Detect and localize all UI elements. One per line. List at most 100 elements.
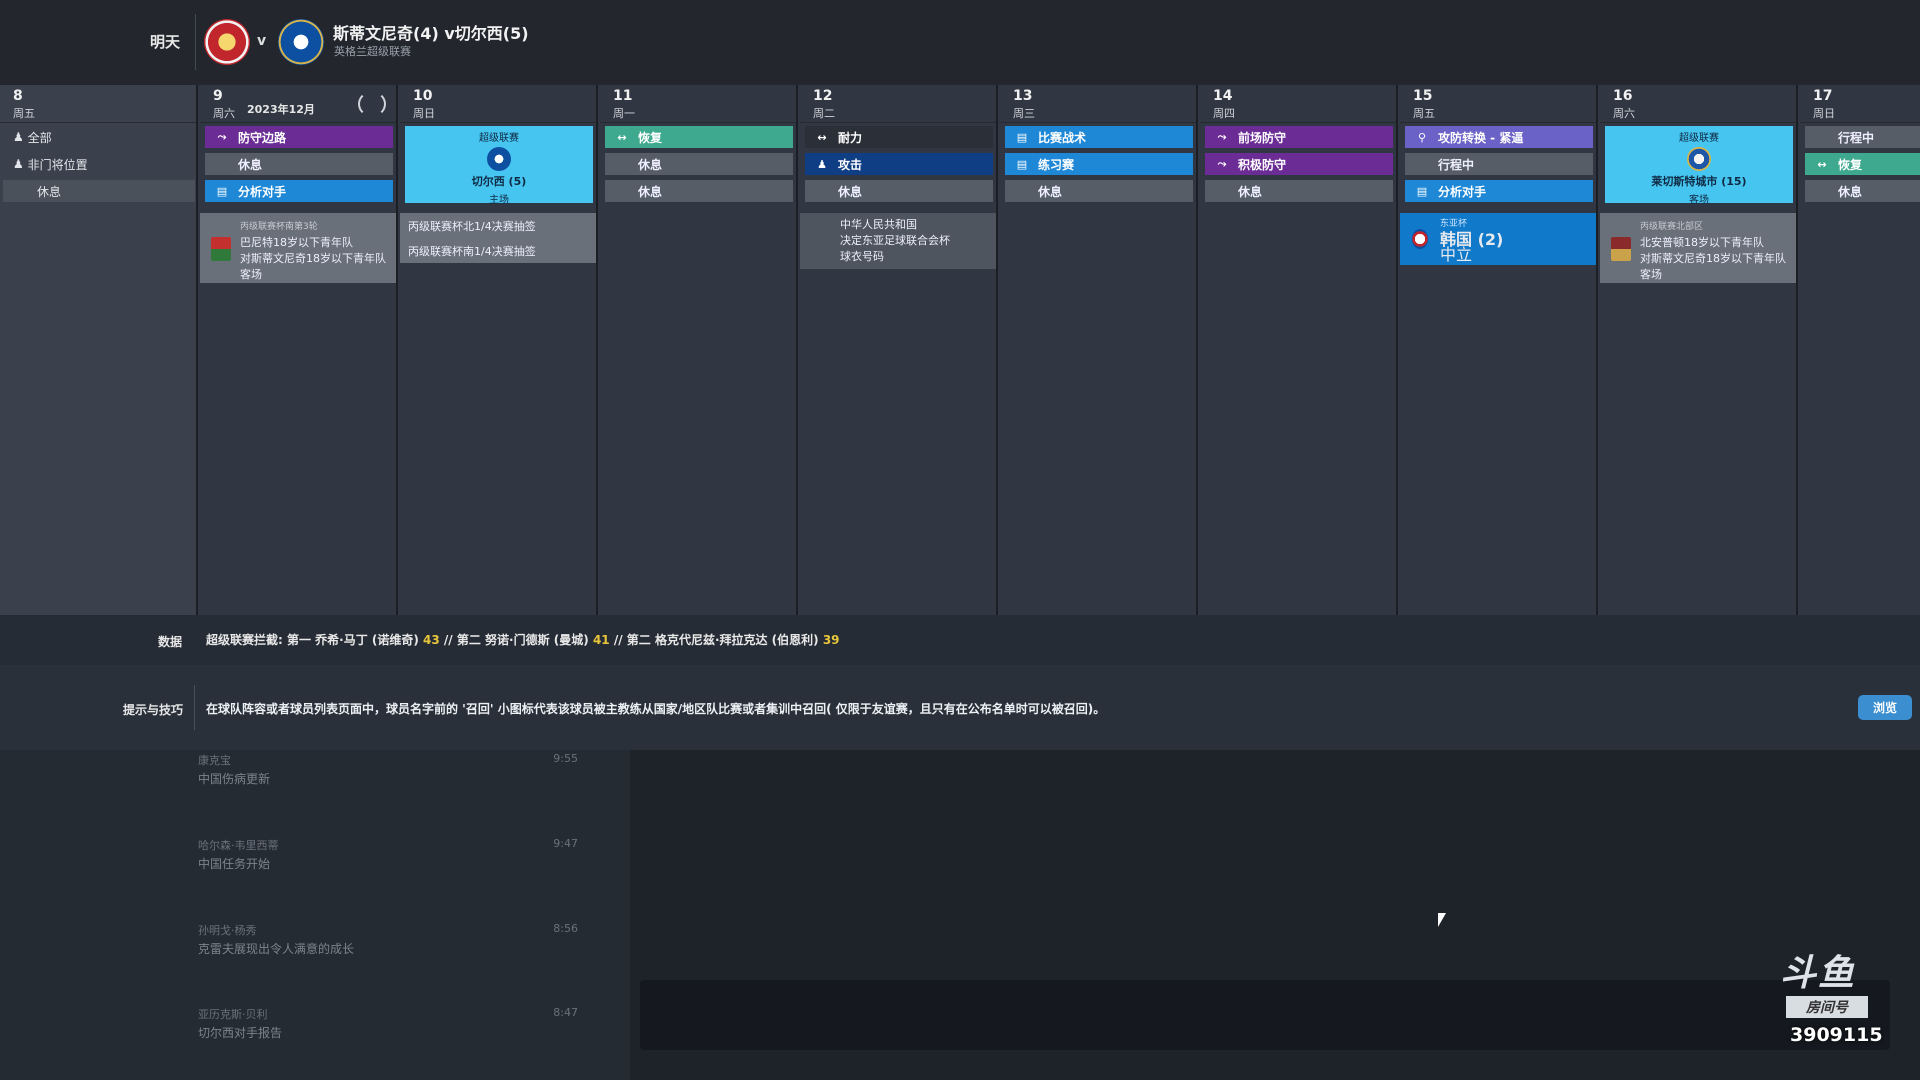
- blank-icon: [1813, 130, 1831, 144]
- day-header: 8 周五: [0, 85, 196, 123]
- day-weekday: 周日: [1813, 107, 1835, 120]
- day-header: 17 周日: [1800, 85, 1920, 123]
- training-session[interactable]: 休息: [805, 180, 993, 202]
- inbox-item[interactable]: 哈尔森·韦里西蒂 9:47 中国任务开始: [198, 837, 578, 897]
- session-label: 攻击: [838, 157, 863, 172]
- youth-match-event[interactable]: 丙级联赛杯南第3轮 巴尼特18岁以下青年队 对斯蒂文尼奇18岁以下青年队 客场: [200, 213, 396, 283]
- training-session[interactable]: ▤ 比赛战术: [1005, 126, 1193, 148]
- match-competition: 超级联赛: [479, 133, 519, 144]
- training-session[interactable]: 休息: [205, 153, 393, 175]
- day-column-11[interactable]: 11 周一 ↔ 恢复 休息 休息: [600, 85, 798, 615]
- day-column-14[interactable]: 14 周四 ⤳ 前场防守 ⤳ 积极防守 休息: [1200, 85, 1398, 615]
- day-column-9[interactable]: 9 周六 2023年12月 ⤳ 防守边路 休息 ▤ 分析对手 丙级联赛杯南第3轮 巴…: [200, 85, 398, 615]
- match-competition: 超级联赛: [1679, 133, 1719, 144]
- message-time: 8:47: [553, 1006, 578, 1019]
- training-session[interactable]: ⤳ 前场防守: [1205, 126, 1393, 148]
- message-time: 9:55: [553, 752, 578, 765]
- training-session[interactable]: 行程中: [1405, 153, 1593, 175]
- stat-part: // 第二 格克代尼兹·拜拉克达 (伯恩利): [609, 633, 823, 647]
- training-session[interactable]: 休息: [605, 153, 793, 175]
- event-competition: 丙级联赛杯南第3轮: [240, 222, 318, 232]
- recovery-icon: ↔: [617, 130, 627, 144]
- training-session[interactable]: ↔ 恢复: [1805, 153, 1920, 175]
- session-label: 前场防守: [1238, 130, 1287, 145]
- day-column-8[interactable]: 8 周五 ♟ 全部 ♟ 非门将位置 休息: [0, 85, 198, 615]
- clipboard-icon: ▤: [216, 184, 228, 198]
- session-label: 行程中: [1438, 157, 1475, 172]
- day-column-15[interactable]: 15 周五 ⚲ 攻防转换 - 紧逼 行程中 ▤ 分析对手 东亚杯 韩国 (2) 中立: [1400, 85, 1598, 615]
- blank-icon: [1413, 157, 1431, 171]
- match-opponent: 切尔西 (5): [471, 175, 527, 188]
- inbox-item[interactable]: 孙明戈·杨秀 8:56 克雷夫展现出令人满意的成长: [198, 922, 578, 982]
- youth-match-event[interactable]: 丙级联赛北部区 北安普顿18岁以下青年队 对斯蒂文尼奇18岁以下青年队 客场: [1600, 213, 1796, 283]
- match-card[interactable]: 超级联赛 莱切斯特城市 (15) 客场: [1605, 126, 1793, 206]
- stat-number: 41: [592, 633, 610, 647]
- training-session[interactable]: ⤳ 防守边路: [205, 126, 393, 148]
- match-card[interactable]: 超级联赛 切尔西 (5) 主场: [405, 126, 593, 206]
- training-session[interactable]: ⤳ 积极防守: [1205, 153, 1393, 175]
- brand-text: 斗鱼: [1780, 953, 1857, 994]
- training-session[interactable]: 休息: [1805, 180, 1920, 202]
- draw-events[interactable]: 丙级联赛杯北1/4决赛抽签 丙级联赛杯南1/4决赛抽签: [400, 213, 596, 263]
- training-session[interactable]: ♟ 攻击: [805, 153, 993, 175]
- event-line: 丙级联赛杯北1/4决赛抽签: [408, 220, 536, 233]
- day-column-17[interactable]: 17 周日 行程中 ↔ 恢复 休息: [1800, 85, 1920, 615]
- training-session[interactable]: 休息: [1005, 180, 1193, 202]
- clipboard-icon: ▤: [1416, 184, 1428, 198]
- day-header: 9 周六 2023年12月: [200, 85, 396, 123]
- day-number: 14: [1213, 88, 1233, 104]
- day-number: 16: [1613, 88, 1633, 104]
- day-header: 15 周五: [1400, 85, 1596, 123]
- training-session[interactable]: 行程中: [1805, 126, 1920, 148]
- day-column-10[interactable]: 10 周日 超级联赛 切尔西 (5) 主场 丙级联赛杯北1/4决赛抽签 丙级联赛…: [400, 85, 598, 615]
- filter-all[interactable]: ♟ 全部: [3, 126, 195, 148]
- event-line: 巴尼特18岁以下青年队: [240, 236, 353, 249]
- barnet-crest-icon: [211, 237, 231, 261]
- tips-label: 提示与技巧: [123, 703, 184, 717]
- day-column-13[interactable]: 13 周三 ▤ 比赛战术 ▤ 练习赛 休息: [1000, 85, 1198, 615]
- douyu-logo: 斗鱼 房间号: [1778, 944, 1886, 1018]
- attack-icon: ♟: [817, 157, 827, 171]
- session-label: 休息: [238, 157, 263, 172]
- filter-rest[interactable]: 休息: [3, 180, 195, 202]
- filter-label: 非门将位置: [27, 157, 88, 172]
- training-session[interactable]: ▤ 练习赛: [1005, 153, 1193, 175]
- day-column-16[interactable]: 16 周六 超级联赛 莱切斯特城市 (15) 客场 丙级联赛北部区 北安普顿18…: [1600, 85, 1798, 615]
- stevenage-crest-icon[interactable]: [204, 19, 250, 65]
- training-session[interactable]: ▤ 分析对手: [205, 180, 393, 202]
- day-column-12[interactable]: 12 周二 ↔ 耐力 ♟ 攻击 休息 中华人民共和国 决定东亚足球联合会杯 球衣号码: [800, 85, 998, 615]
- session-label: 比赛战术: [1038, 130, 1087, 145]
- inbox-item[interactable]: 亚历克斯·贝利 8:47 切尔西对手报告: [198, 1006, 578, 1066]
- chelsea-crest-icon[interactable]: [278, 19, 324, 65]
- training-session[interactable]: ⚲ 攻防转换 - 紧逼: [1405, 126, 1593, 148]
- international-match-event[interactable]: 东亚杯 韩国 (2) 中立: [1400, 213, 1596, 265]
- training-session[interactable]: ↔ 耐力: [805, 126, 993, 148]
- defend-icon: ⤳: [1217, 130, 1227, 143]
- message-sender: 哈尔森·韦里西蒂: [198, 839, 279, 852]
- next-match-bar[interactable]: 明天 v 斯蒂文尼奇(4) v切尔西(5) 英格兰超级联赛: [0, 0, 1920, 85]
- training-session[interactable]: 休息: [1205, 180, 1393, 202]
- blank-icon: [1213, 184, 1231, 198]
- browse-button[interactable]: 浏览: [1858, 695, 1912, 720]
- day-weekday: 周二: [813, 107, 835, 120]
- event-line: 北安普顿18岁以下青年队: [1640, 236, 1764, 249]
- blank-icon: [613, 184, 631, 198]
- leicester-crest-icon: [1687, 147, 1711, 171]
- filter-outfield[interactable]: ♟ 非门将位置: [3, 153, 195, 175]
- stat-number: 43: [423, 633, 440, 647]
- squad-number-event[interactable]: 中华人民共和国 决定东亚足球联合会杯 球衣号码: [800, 213, 996, 269]
- event-line: 球衣号码: [840, 250, 884, 263]
- training-session[interactable]: 休息: [605, 180, 793, 202]
- next-match-competition: 英格兰超级联赛: [334, 45, 411, 58]
- transition-icon: ⚲: [1417, 130, 1427, 144]
- match-venue: 客场: [1689, 195, 1709, 206]
- blank-icon: [213, 157, 231, 171]
- defend-icon: ⤳: [1217, 157, 1227, 170]
- training-session[interactable]: ↔ 恢复: [605, 126, 793, 148]
- next-match-title[interactable]: 斯蒂文尼奇(4) v切尔西(5): [333, 20, 529, 44]
- korea-flag-icon: [1412, 229, 1428, 249]
- training-session[interactable]: ▤ 分析对手: [1405, 180, 1593, 202]
- stats-ticker[interactable]: 数据 超级联赛拦截: 第一 乔希·马丁 (诺维奇) 43 // 第二 努诺·门德…: [0, 615, 1920, 665]
- inbox-item[interactable]: 康克宝 9:55 中国伤病更新: [198, 752, 578, 812]
- divider: [195, 14, 196, 70]
